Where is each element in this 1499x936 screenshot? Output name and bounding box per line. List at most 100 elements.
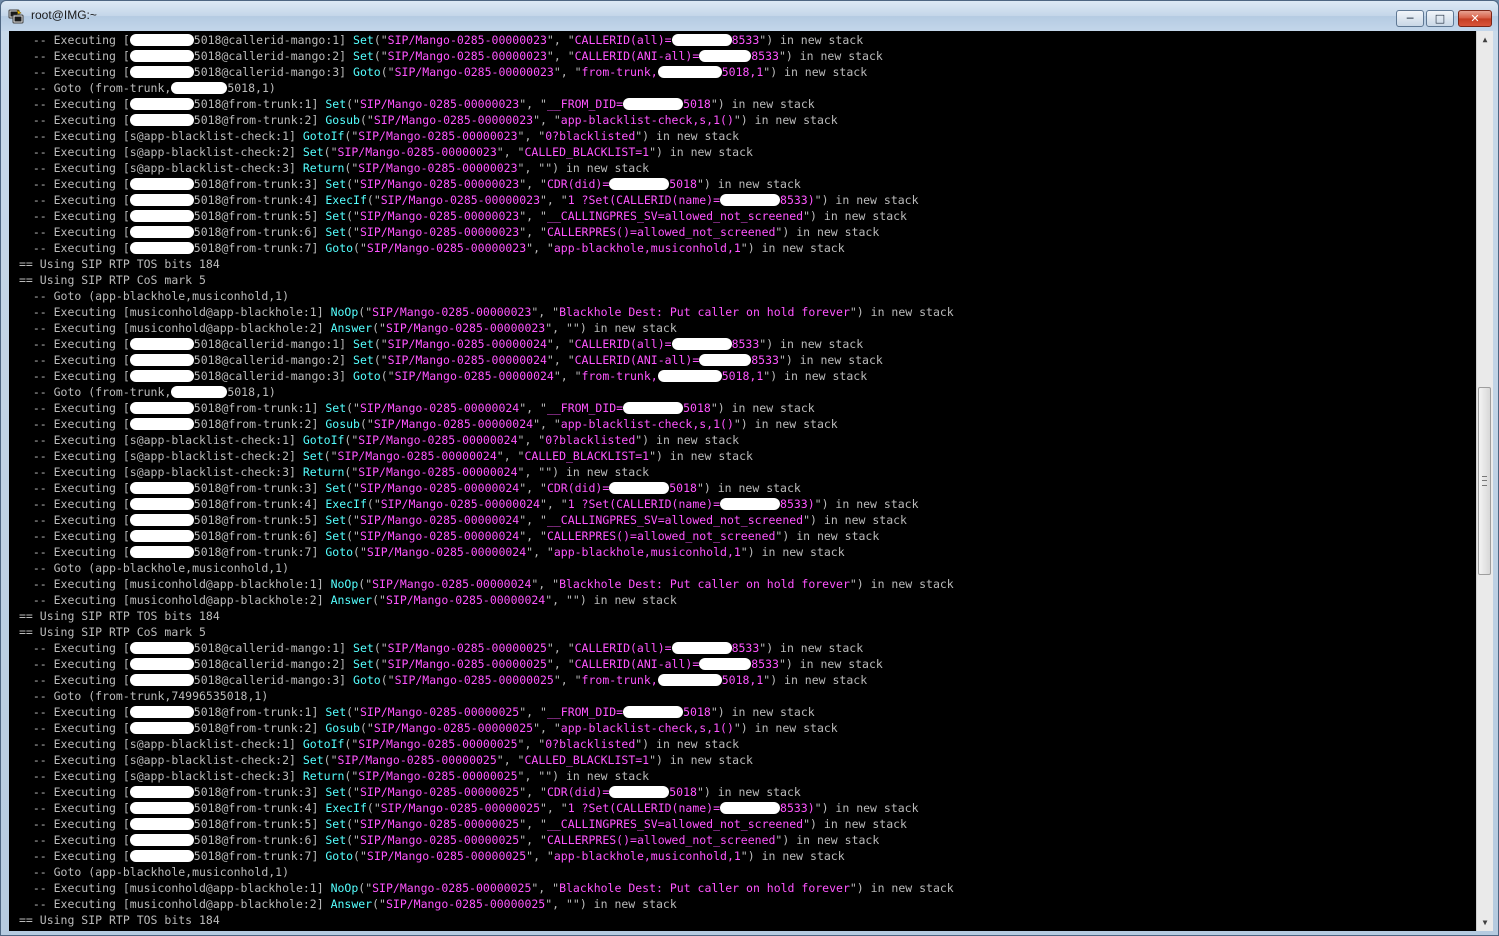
argument-string: app-blacklist-check,s,1() — [560, 417, 734, 431]
terminal-line: -- Executing [5018@from-trunk:6] Set("SI… — [19, 832, 1476, 848]
argument-string: SIP/Mango-0285-00000023 — [366, 241, 527, 255]
argument-string: Blackhole Dest: Put caller on hold forev… — [559, 577, 850, 591]
argument-string: SIP/Mango-0285-00000025 — [337, 753, 497, 767]
redaction-mask — [609, 481, 670, 494]
terminal-line: == Using SIP RTP TOS bits 184 — [19, 912, 1476, 928]
log-text: (" — [372, 897, 386, 911]
argument-string: 5018 — [683, 97, 711, 111]
log-text: 5018@from-trunk:4] — [193, 801, 326, 815]
argument-string: CDR(did)= — [546, 785, 610, 799]
redaction-mask — [129, 33, 194, 46]
argument-string: SIP/Mango-0285-00000023 — [387, 33, 547, 47]
redaction-mask — [671, 337, 732, 350]
terminal-line: == Using SIP RTP TOS bits 184 — [19, 256, 1476, 272]
title-bar[interactable]: root@IMG:~ ─ □ ✕ — [1, 1, 1498, 31]
scroll-down-arrow-icon[interactable]: ▼ — [1477, 914, 1493, 931]
vertical-scrollbar[interactable]: ▲ ▼ — [1476, 31, 1493, 931]
window-title: root@IMG:~ — [31, 8, 97, 22]
terminal-line: -- Executing [5018@from-trunk:4] ExecIf(… — [19, 800, 1476, 816]
argument-string: 5018,1 — [721, 65, 764, 79]
log-text: -- Executing [ — [19, 849, 130, 863]
argument-string: CALLERID(ANI-all)= — [574, 353, 700, 367]
log-text: (" — [366, 497, 381, 511]
dialplan-application: Return — [302, 769, 345, 783]
redaction-mask — [129, 209, 194, 222]
log-text: 5018@callerid-mango:2] — [193, 49, 354, 63]
log-text: ") in new stack — [740, 849, 845, 863]
argument-string: __FROM_DID= — [546, 97, 624, 111]
argument-string: app-blacklist-check,s,1() — [560, 113, 734, 127]
scrollbar-thumb[interactable] — [1478, 387, 1491, 575]
log-text: 5018@from-trunk:5] — [193, 513, 326, 527]
log-text: -- Executing [ — [19, 417, 130, 431]
log-text: 5018,1) — [227, 385, 276, 399]
argument-string: SIP/Mango-0285-00000025 — [359, 785, 520, 799]
argument-string: SIP/Mango-0285-00000024 — [359, 481, 520, 495]
terminal-line: -- Executing [5018@from-trunk:5] Set("SI… — [19, 512, 1476, 528]
close-button[interactable]: ✕ — [1458, 10, 1492, 27]
log-text: (" — [346, 513, 360, 527]
log-text: -- Executing [ — [19, 401, 130, 415]
argument-string: app-blackhole,musiconhold,1 — [553, 849, 741, 863]
argument-string: __FROM_DID= — [546, 705, 624, 719]
log-text: -- Executing [ — [19, 177, 130, 191]
maximize-button[interactable]: □ — [1426, 10, 1454, 27]
scroll-up-arrow-icon[interactable]: ▲ — [1477, 31, 1493, 48]
dialplan-application: Set — [325, 529, 347, 543]
log-text: 5018@from-trunk:5] — [193, 209, 326, 223]
redaction-mask — [720, 497, 781, 510]
dialplan-application: Set — [325, 177, 347, 191]
log-text: -- Goto (app-blackhole,musiconhold,1) — [19, 289, 290, 303]
terminal-line: -- Executing [musiconhold@app-blackhole:… — [19, 592, 1476, 608]
argument-string: 5018 — [669, 177, 697, 191]
dialplan-application: Set — [325, 513, 347, 527]
log-text: (" — [373, 33, 388, 47]
redaction-mask — [657, 673, 722, 686]
log-text: (" — [344, 737, 359, 751]
terminal-line: -- Executing [5018@callerid-mango:3] Got… — [19, 672, 1476, 688]
log-text: ") in new stack — [803, 209, 907, 223]
redaction-mask — [129, 225, 194, 238]
terminal-line: -- Executing [s@app-blacklist-check:1] G… — [19, 736, 1476, 752]
terminal-line: -- Goto (app-blackhole,musiconhold,1) — [19, 864, 1476, 880]
terminal-line: -- Executing [5018@from-trunk:2] Gosub("… — [19, 416, 1476, 432]
log-text: ", " — [533, 721, 561, 735]
log-text: (" — [346, 97, 360, 111]
argument-string: SIP/Mango-0285-00000023 — [359, 177, 520, 191]
redaction-mask — [129, 833, 194, 846]
log-text: ") in new stack — [635, 433, 740, 447]
argument-string: SIP/Mango-0285-00000023 — [359, 97, 520, 111]
terminal-line: -- Executing [5018@from-trunk:5] Set("SI… — [19, 816, 1476, 832]
redaction-mask — [129, 417, 194, 430]
putty-terminal-icon[interactable] — [8, 8, 24, 24]
argument-string: CALLERPRES()=allowed_not_screened — [546, 529, 776, 543]
log-text: -- Executing [ — [19, 785, 130, 799]
log-text: (" — [346, 177, 360, 191]
log-text: ") in new stack — [696, 785, 801, 799]
grip-icon — [1482, 476, 1487, 486]
log-text: ") in new stack — [733, 113, 838, 127]
dialplan-application: GotoIf — [302, 129, 345, 143]
argument-string: 8533 — [751, 657, 779, 671]
log-text: -- Executing [ — [19, 65, 130, 79]
log-text: ") in new stack — [814, 801, 919, 815]
argument-string: SIP/Mango-0285-00000023 — [373, 113, 534, 127]
redaction-mask — [129, 513, 194, 526]
redaction-mask — [671, 33, 732, 46]
argument-string: app-blackhole,musiconhold,1 — [553, 241, 741, 255]
terminal-line: -- Executing [s@app-blacklist-check:3] R… — [19, 464, 1476, 480]
terminal-output[interactable]: -- Executing [ 5018@callerid-mango:1] Set… — [9, 31, 1476, 931]
argument-string: 1 ?Set(CALLERID(name)= — [567, 193, 721, 207]
log-text: ", " — [553, 65, 582, 79]
log-text: (" — [346, 785, 360, 799]
minimize-button[interactable]: ─ — [1396, 10, 1424, 27]
redaction-mask — [129, 641, 194, 654]
argument-string: 5018,1 — [721, 369, 764, 383]
log-text: (" — [358, 305, 373, 319]
terminal-line: -- Executing [5018@from-trunk:1] Set("SI… — [19, 96, 1476, 112]
log-text: 5018@from-trunk:3] — [193, 481, 326, 495]
log-text: 5018@callerid-mango:1] — [193, 641, 354, 655]
log-text: (" — [359, 721, 374, 735]
redaction-mask — [129, 529, 194, 542]
log-text: 5018@callerid-mango:1] — [193, 337, 354, 351]
